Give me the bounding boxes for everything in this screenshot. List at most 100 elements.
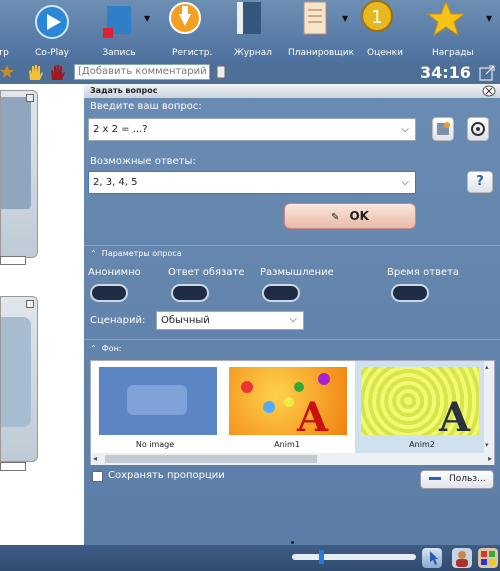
pointer-icon [430,551,438,565]
close-icon[interactable] [26,300,34,308]
export-icon[interactable] [478,64,496,82]
left-thumbnail-panel [0,84,84,545]
document-icon[interactable] [216,65,226,79]
toolbar-item-center[interactable]: нтр [0,0,16,62]
apps-button[interactable] [478,548,498,568]
question-field[interactable]: 2 x 2 = ...? ⌵ [88,118,416,141]
answers-value: 2, 3, 4, 5 [93,177,138,188]
toolbar-label: Журнал [234,48,272,58]
toolbar-item-register[interactable]: Регистр. [160,0,213,62]
scroll-left-icon[interactable]: ◂ [93,454,97,463]
background-item-no-image[interactable]: No image [93,361,217,453]
custom-button-label: Польз... [449,474,486,484]
chevron-down-icon[interactable]: ⌵ [401,119,409,140]
scrollbar-thumb[interactable] [105,455,317,463]
toolbar-label: Co-Play [35,48,69,58]
anim2-picture: A [438,394,471,441]
required-toggle[interactable] [171,284,209,302]
no-image-preview [99,367,217,435]
scroll-down-icon[interactable]: ▾ [485,441,489,449]
background-label: Anim2 [409,440,435,449]
chevron-down-icon[interactable]: ⌵ [401,172,409,193]
keep-ratio-checkbox[interactable] [92,471,103,482]
background-header-label: Фон: [101,344,122,353]
vertical-scrollbar[interactable]: ▴ ▾ [484,361,494,453]
ok-icon: ✎ [331,212,340,223]
register-icon [169,2,201,34]
thumbnail-preview [1,97,31,209]
timer-display: 34:16 [420,63,471,82]
scroll-right-icon[interactable]: ▸ [488,454,492,463]
toolbar-label: Регистр. [172,48,213,58]
ok-label: OK [349,209,369,223]
toolbar-item-planner[interactable]: Планировщик [284,0,354,62]
required-label: Ответ обязателен [168,267,244,278]
zoom-slider-handle[interactable] [319,550,324,564]
background-item-anim1[interactable]: A Anim1 [225,361,349,453]
close-icon[interactable] [26,94,34,102]
toolbar-label: Запись [102,48,136,58]
thumbnail-caption-box [0,462,26,471]
background-label: Anim1 [274,440,300,449]
raise-hand-red-icon[interactable] [48,63,66,81]
ok-button[interactable]: ✎ OK [284,203,416,229]
toolbar-label: Оценки [367,48,403,58]
journal-icon [237,2,261,34]
chevron-up-icon: ⌃ [90,249,97,258]
anonymous-toggle[interactable] [90,284,128,302]
toolbar-item-awards[interactable]: Награды [420,0,474,62]
pointer-button[interactable] [422,548,442,568]
minus-icon [429,477,441,480]
chevron-up-icon: ⌃ [90,344,97,353]
library-button[interactable] [432,117,454,141]
zoom-slider[interactable] [292,550,416,564]
params-header[interactable]: ⌃ Параметры опроса [90,249,182,258]
dot-indicator [291,541,294,544]
star-small-icon [0,65,14,78]
help-button[interactable]: ? [467,171,493,193]
slide-thumbnail[interactable] [0,296,38,462]
anim1-picture: A [241,373,330,441]
background-header[interactable]: ⌃ Фон: [90,344,122,353]
thumbnail-caption-box [0,256,26,265]
toolbar-label: нтр [0,48,9,58]
toolbar-item-journal[interactable]: Журнал [230,0,272,62]
question-value: 2 x 2 = ...? [93,124,148,135]
scenario-value: Обычный [161,315,210,326]
slide-thumbnail[interactable] [0,90,38,258]
response-time-label: Время ответа [387,267,460,278]
keep-ratio-label: Сохранять пропорции [108,470,225,481]
toolbar-item-record[interactable]: Запись [96,0,142,62]
user-button[interactable] [452,548,472,568]
horizontal-scrollbar[interactable]: ◂ ▸ [91,453,494,465]
awards-dropdown-arrow[interactable]: ▼ [486,14,492,23]
toolbar-label: Планировщик [288,48,355,58]
raise-hand-yellow-icon[interactable] [26,63,44,81]
background-label: No image [135,440,175,449]
scenario-select[interactable]: Обычный ⌵ [156,311,304,330]
answers-field[interactable]: 2, 3, 4, 5 ⌵ [88,171,416,194]
avatar-icon [456,551,468,567]
svg-text:A: A [296,394,329,435]
planner-icon [303,1,327,35]
chevron-down-icon[interactable]: ⌵ [289,311,297,328]
reflection-toggle[interactable] [262,284,300,302]
planner-dropdown-arrow[interactable]: ▼ [342,14,348,23]
question-label: Введите ваш вопрос: [90,101,202,112]
scenario-label: Сценарий: [90,315,146,326]
toolbar-item-coplay[interactable]: Co-Play [30,0,74,62]
background-item-anim2[interactable]: A Anim2 [355,361,489,453]
params-header-label: Параметры опроса [101,249,182,258]
response-time-toggle[interactable] [391,284,429,302]
record-dropdown-arrow[interactable]: ▼ [144,14,150,23]
main-toolbar: нтр Co-Play Запись ▼ Регистр. Журнал Пла… [0,0,500,62]
comment-input[interactable]: [Добавить комментарий в жу [74,64,210,80]
separator [84,339,500,340]
settings-button[interactable] [467,117,489,141]
custom-background-button[interactable]: Польз... [420,470,494,489]
toolbar-label: Награды [432,48,474,58]
dialog-title: Задать вопрос [84,84,500,98]
scroll-up-icon[interactable]: ▴ [485,363,489,371]
toolbar-item-grades[interactable]: 1 Оценки [355,0,403,62]
close-icon[interactable] [482,85,496,97]
